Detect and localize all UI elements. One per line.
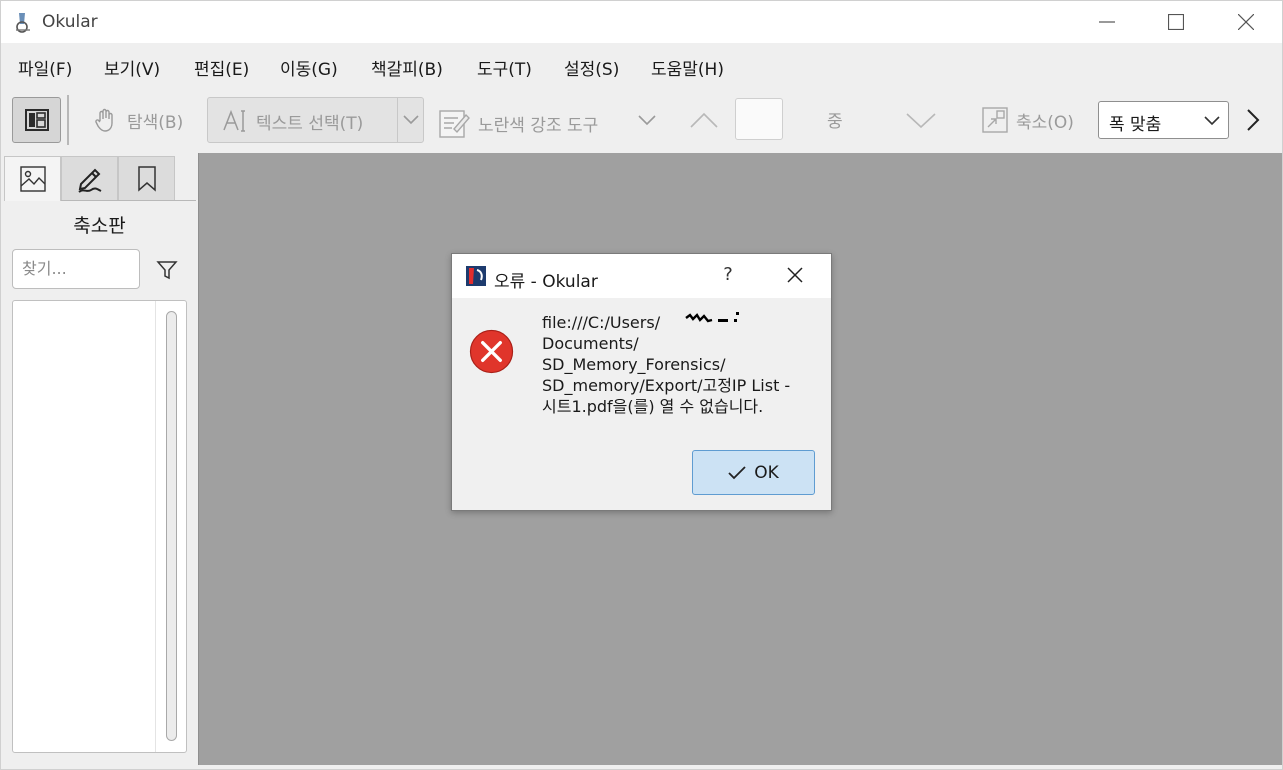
highlighter-label: 노란색 강조 도구 <box>478 115 599 136</box>
tab-bookmarks[interactable] <box>118 156 175 201</box>
menu-bookmarks[interactable]: 책갈피(B) <box>371 55 443 80</box>
browse-tool-button[interactable]: 탐색(B) <box>93 107 183 133</box>
chevron-down-icon[interactable] <box>402 110 420 128</box>
scrollbar-thumb[interactable] <box>166 311 177 741</box>
text-select-icon <box>223 109 245 132</box>
highlighter-tool-button[interactable]: 노란색 강조 도구 <box>438 107 598 139</box>
menu-view[interactable]: 보기(V) <box>104 55 160 80</box>
filter-icon[interactable] <box>156 259 178 281</box>
error-icon <box>469 329 514 374</box>
help-button[interactable]: ? <box>718 264 738 285</box>
page-of-label: 중 <box>827 112 843 132</box>
main-toolbar: 탐색(B) 텍스트 선택(T) 노란색 강조 도구 중 축소(O) 폭 맞춤 <box>1 87 1282 153</box>
sidebar-toggle-button[interactable] <box>12 97 61 143</box>
bookmark-icon <box>137 165 156 192</box>
chevron-down-icon[interactable] <box>637 113 657 127</box>
browse-tool-label: 탐색(B) <box>127 112 184 133</box>
tab-thumbnails[interactable] <box>4 156 61 201</box>
next-page-icon[interactable] <box>905 111 937 129</box>
menu-go[interactable]: 이동(G) <box>280 55 338 80</box>
okular-app-icon <box>16 13 30 33</box>
checkmark-icon <box>728 465 746 479</box>
highlighter-icon <box>439 110 470 138</box>
tab-annotations[interactable] <box>61 156 118 201</box>
menu-tools[interactable]: 도구(T) <box>477 55 532 80</box>
sidebar: 축소판 <box>1 153 198 765</box>
minimize-icon <box>1099 21 1115 23</box>
error-dialog: 오류 - Okular ? file:///C:/Users/ Document… <box>451 253 832 511</box>
thumbnail-search-input[interactable] <box>22 250 132 286</box>
ok-button-label: OK <box>754 462 779 483</box>
toolbar-separator <box>67 95 69 145</box>
dialog-title: 오류 - Okular <box>494 272 598 292</box>
menu-help[interactable]: 도움말(H) <box>651 55 724 80</box>
zoom-out-button[interactable]: 축소(O) <box>982 107 1074 133</box>
page-number-input[interactable] <box>735 98 783 140</box>
okular-dialog-icon <box>466 266 486 286</box>
thumbnail-search-field[interactable] <box>12 249 140 289</box>
zoom-select-value: 폭 맞춤 <box>1109 115 1162 135</box>
sidebar-heading: 축소판 <box>73 215 126 237</box>
close-icon[interactable] <box>786 266 804 284</box>
text-select-tool-button[interactable]: 텍스트 선택(T) <box>207 97 424 143</box>
error-message: file:///C:/Users/ Documents/ SD_Memory_F… <box>542 313 791 416</box>
chevron-right-icon[interactable] <box>1245 106 1261 134</box>
zoom-out-icon <box>982 107 1008 133</box>
thumbnail-list[interactable] <box>12 300 187 753</box>
menu-file[interactable]: 파일(F) <box>18 55 72 80</box>
window-title: Okular <box>42 12 98 32</box>
text-select-label: 텍스트 선택(T) <box>256 113 364 134</box>
title-bar: Okular <box>1 1 1282 43</box>
ok-button[interactable]: OK <box>692 450 815 495</box>
image-icon <box>19 166 46 192</box>
scrollbar-track[interactable] <box>155 301 186 752</box>
maximize-icon <box>1168 14 1184 30</box>
close-button[interactable] <box>1211 1 1281 43</box>
sidebar-panel-icon <box>24 109 49 131</box>
menu-bar: 파일(F) 보기(V) 편집(E) 이동(G) 책갈피(B) 도구(T) 설정(… <box>1 43 1282 87</box>
minimize-button[interactable] <box>1072 1 1142 43</box>
zoom-select[interactable]: 폭 맞춤 <box>1098 101 1229 139</box>
chevron-down-icon <box>1204 116 1220 126</box>
maximize-button[interactable] <box>1141 1 1211 43</box>
dialog-title-bar: 오류 - Okular ? <box>452 254 831 298</box>
close-icon <box>1238 14 1254 30</box>
hand-icon <box>95 108 113 132</box>
menu-edit[interactable]: 편집(E) <box>194 55 249 80</box>
okular-window: Okular 파일(F) 보기(V) 편집(E) 이동(G) 책갈피(B) 도구… <box>0 0 1283 770</box>
tab-divider <box>61 200 196 201</box>
redaction-mark <box>685 312 739 323</box>
pen-signature-icon <box>77 168 101 193</box>
zoom-out-label: 축소(O) <box>1016 112 1074 133</box>
menu-settings[interactable]: 설정(S) <box>564 55 619 80</box>
previous-page-icon[interactable] <box>689 111 719 129</box>
